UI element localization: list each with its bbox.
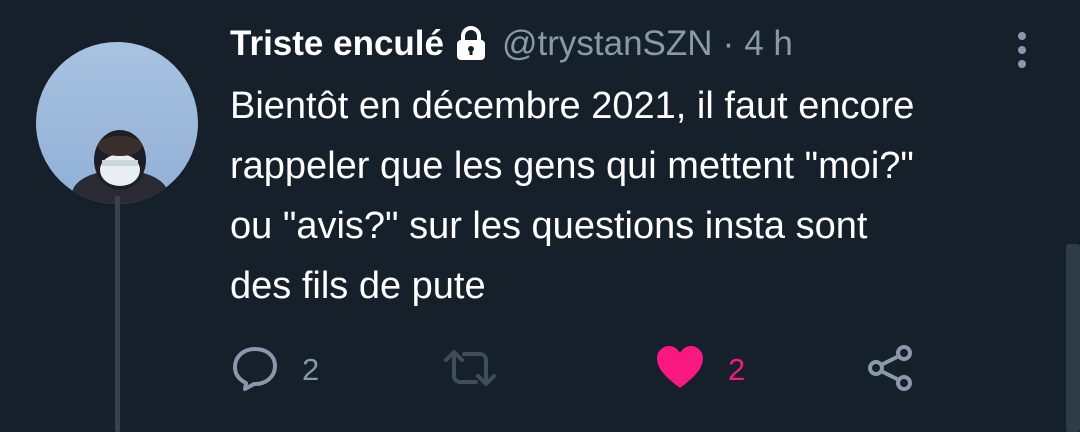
action-bar: 2 2 [230,342,930,398]
lock-icon [454,26,488,62]
tweet-text-line: ou "avis?" sur les questions insta sont [230,205,868,247]
tweet-header: Triste enculé @trystanSZN · 4 h [230,18,1050,70]
timestamp[interactable]: 4 h [744,24,793,64]
tweet-text-line: Bientôt en décembre 2021, il faut encore [230,85,915,127]
reply-icon [230,344,280,397]
scrollbar[interactable] [1066,244,1080,432]
like-count: 2 [728,352,746,387]
thread-line [115,196,120,432]
retweet-icon [440,344,500,397]
handle[interactable]: @trystanSZN [502,24,713,64]
share-button[interactable] [866,342,916,398]
tweet-text-line: des fils de pute [230,265,486,307]
like-button[interactable]: 2 [654,342,745,398]
share-icon [866,344,916,397]
tweet-content: Triste enculé @trystanSZN · 4 h Bientôt [230,18,1050,316]
separator: · [722,24,735,63]
avatar-column [36,42,198,204]
reply-count: 2 [302,352,320,387]
tweet[interactable]: Triste enculé @trystanSZN · 4 h Bientôt [0,0,1080,432]
tweet-text-line: rappeler que les gens qui mettent "moi?" [230,145,914,187]
avatar-image [72,130,168,204]
heart-icon [654,344,706,397]
tweet-text: Bientôt en décembre 2021, il faut encore… [230,76,1050,316]
avatar[interactable] [36,42,198,204]
more-vertical-icon[interactable] [1010,28,1034,72]
retweet-button[interactable] [440,342,500,398]
reply-button[interactable]: 2 [230,342,319,398]
display-name[interactable]: Triste enculé [230,24,444,64]
